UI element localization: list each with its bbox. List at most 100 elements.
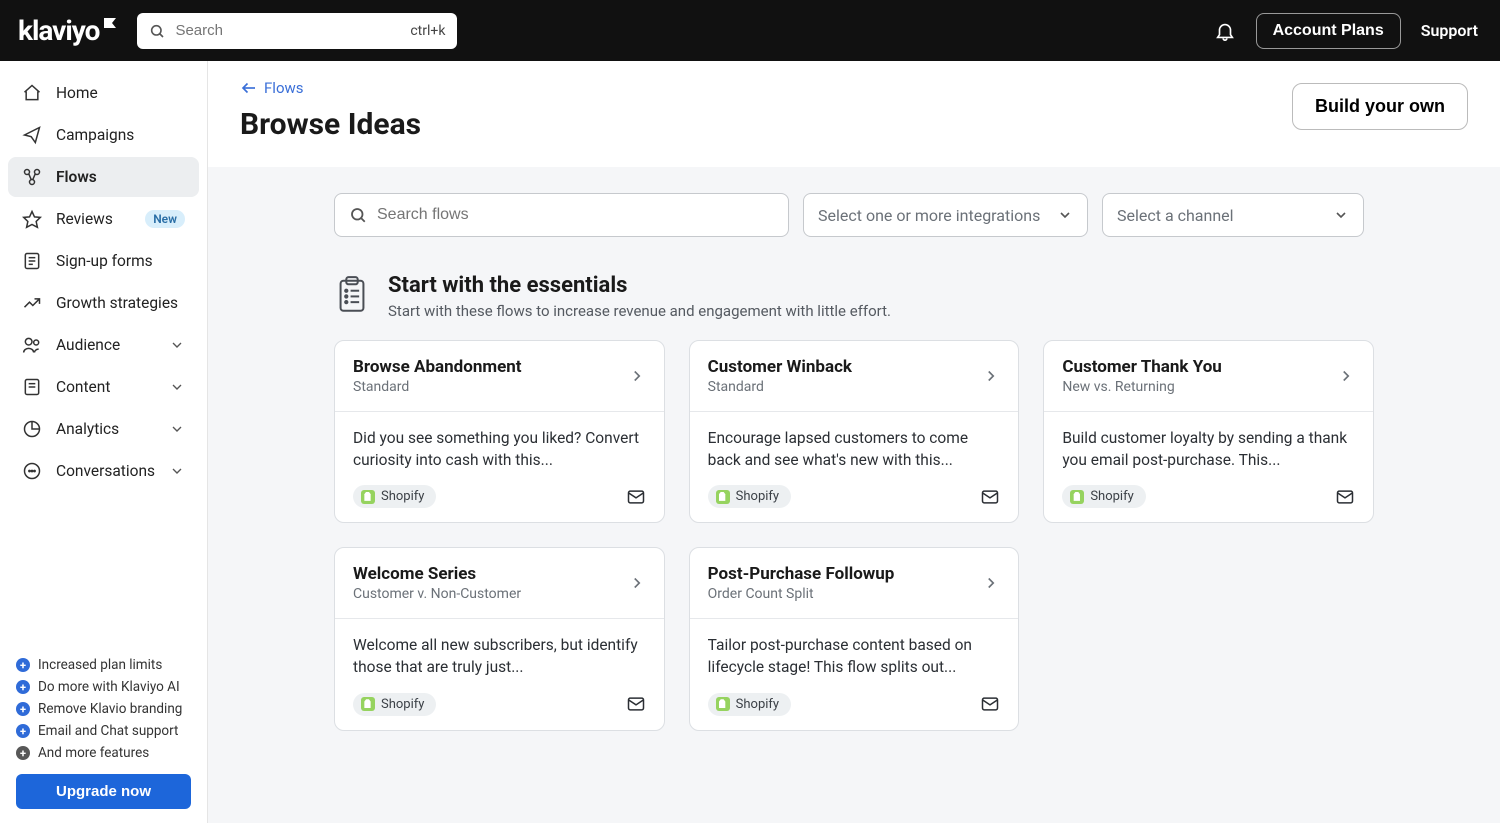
flow-card-body: Encourage lapsed customers to come back … — [690, 412, 1019, 522]
flow-card-title: Browse Abandonment — [353, 357, 618, 377]
flow-card-title: Customer Winback — [708, 357, 973, 377]
support-link[interactable]: Support — [1421, 21, 1478, 40]
flow-card[interactable]: Customer Winback Standard Encourage lapsed… — [689, 340, 1020, 523]
search-flows-input[interactable] — [377, 206, 774, 224]
flow-card-body: Welcome all new subscribers, but identif… — [335, 619, 664, 729]
build-your-own-button[interactable]: Build your own — [1292, 83, 1468, 130]
flow-card-description: Build customer loyalty by sending a than… — [1062, 428, 1355, 471]
shopify-icon — [361, 490, 375, 504]
email-channel-icon — [1335, 487, 1355, 507]
global-search[interactable]: ctrl+k — [137, 13, 457, 49]
search-input[interactable] — [175, 22, 400, 39]
chevron-right-icon — [982, 367, 1000, 385]
plus-circle-icon: + — [16, 746, 30, 760]
sidebar: Home Campaigns Flows ReviewsNewSign-up form… — [0, 61, 208, 823]
flow-card[interactable]: Welcome SeriesCustomer v. Non-CustomerWe… — [334, 547, 665, 730]
chevron-down-icon — [1333, 207, 1349, 223]
integration-tag-label: Shopify — [736, 697, 779, 712]
upgrade-feature-label: Email and Chat support — [38, 723, 178, 739]
upgrade-feature-line[interactable]: + Email and Chat support — [16, 720, 191, 742]
integration-tag-label: Shopify — [381, 697, 424, 712]
sidebar-item-label: Growth strategies — [56, 294, 185, 312]
logo-flag-icon — [103, 17, 117, 31]
upgrade-feature-line[interactable]: +Increased plan limits — [16, 654, 191, 676]
integrations-select[interactable]: Select one or more integrations — [803, 193, 1088, 237]
shopify-icon — [716, 697, 730, 711]
flow-card-head: Post-Purchase FollowupOrder Count Split — [690, 548, 1019, 619]
star-icon — [22, 209, 42, 229]
logo[interactable]: klaviyo — [18, 14, 117, 47]
form-icon — [22, 251, 42, 271]
sidebar-item-label: Flows — [56, 168, 185, 186]
upgrade-feature-label: Remove Klavio branding — [38, 701, 182, 717]
upgrade-feature-line[interactable]: + And more features — [16, 742, 191, 764]
flow-card-description: Welcome all new subscribers, but identif… — [353, 635, 646, 678]
flow-card[interactable]: Post-Purchase FollowupOrder Count SplitT… — [689, 547, 1020, 730]
flow-card[interactable]: Browse AbandonmentStandardDid you see so… — [334, 340, 665, 523]
page-title: Browse Ideas — [240, 107, 421, 142]
chevron-right-icon — [628, 574, 646, 592]
integration-tag: Shopify — [353, 485, 436, 508]
email-channel-icon — [980, 694, 1000, 714]
sidebar-item-content[interactable]: Content — [8, 367, 199, 407]
integration-tag: Shopify — [708, 485, 791, 508]
flow-card-grid: Browse AbandonmentStandardDid you see so… — [334, 340, 1374, 731]
content-icon — [22, 377, 42, 397]
search-shortcut: ctrl+k — [410, 23, 445, 39]
chevron-right-icon — [982, 574, 1000, 592]
sidebar-footer: +Increased plan limits+Do more with Klav… — [0, 644, 207, 823]
upgrade-feature-label: And more features — [38, 745, 149, 761]
flow-card-subtitle: Standard — [708, 379, 973, 395]
sidebar-item-analytics[interactable]: Analytics — [8, 409, 199, 449]
flow-card[interactable]: Customer Thank YouNew vs. ReturningBuild… — [1043, 340, 1374, 523]
sidebar-item-home[interactable]: Home — [8, 73, 199, 113]
integration-tag-label: Shopify — [736, 489, 779, 504]
sidebar-item-signup[interactable]: Sign-up forms — [8, 241, 199, 281]
email-channel-icon — [626, 487, 646, 507]
sidebar-item-growth[interactable]: Growth strategies — [8, 283, 199, 323]
flow-card-body: Build customer loyalty by sending a than… — [1044, 412, 1373, 522]
upgrade-button[interactable]: Upgrade now — [16, 774, 191, 809]
flow-card-body: Tailor post-purchase content based on li… — [690, 619, 1019, 729]
sidebar-item-reviews[interactable]: ReviewsNew — [8, 199, 199, 239]
plus-circle-icon: + — [16, 658, 30, 672]
section-subtitle: Start with these flows to increase reven… — [388, 302, 891, 320]
chevron-right-icon — [1337, 367, 1355, 385]
channel-select[interactable]: Select a channel — [1102, 193, 1364, 237]
clipboard-icon — [334, 275, 370, 315]
search-icon — [349, 206, 367, 224]
section-title: Start with the essentials — [388, 273, 891, 298]
sidebar-item-label: Home — [56, 84, 185, 102]
sidebar-item-conversations[interactable]: Conversations — [8, 451, 199, 491]
upgrade-feature-line[interactable]: +Do more with Klaviyo AI — [16, 676, 191, 698]
sidebar-item-audience[interactable]: Audience — [8, 325, 199, 365]
integrations-select-label: Select one or more integrations — [818, 206, 1040, 225]
shopify-icon — [716, 490, 730, 504]
chevron-down-icon — [169, 463, 185, 479]
sidebar-item-label: Content — [56, 378, 155, 396]
upgrade-feature-label: Do more with Klaviyo AI — [38, 679, 180, 695]
email-channel-icon — [980, 487, 1000, 507]
integration-tag: Shopify — [353, 693, 436, 716]
sidebar-item-flows[interactable]: Flows — [8, 157, 199, 197]
chevron-right-icon — [628, 367, 646, 385]
sidebar-item-label: Audience — [56, 336, 155, 354]
new-badge: New — [145, 210, 185, 228]
flow-card-head: Browse AbandonmentStandard — [335, 341, 664, 412]
chevron-down-icon — [169, 337, 185, 353]
home-icon — [22, 83, 42, 103]
account-plans-button[interactable]: Account Plans — [1256, 13, 1401, 49]
integration-tag: Shopify — [708, 693, 791, 716]
sidebar-item-label: Conversations — [56, 462, 155, 480]
integration-tag-label: Shopify — [1090, 489, 1133, 504]
integration-tag: Shopify — [1062, 485, 1145, 508]
sidebar-item-label: Analytics — [56, 420, 155, 438]
upgrade-feature-line[interactable]: +Remove Klavio branding — [16, 698, 191, 720]
back-to-flows-link[interactable]: Flows — [240, 79, 421, 97]
sidebar-item-campaigns[interactable]: Campaigns — [8, 115, 199, 155]
growth-icon — [22, 293, 42, 313]
flow-card-subtitle: New vs. Returning — [1062, 379, 1327, 395]
plus-circle-icon: + — [16, 724, 30, 738]
notifications-icon[interactable] — [1214, 20, 1236, 42]
search-flows-field[interactable] — [334, 193, 789, 237]
